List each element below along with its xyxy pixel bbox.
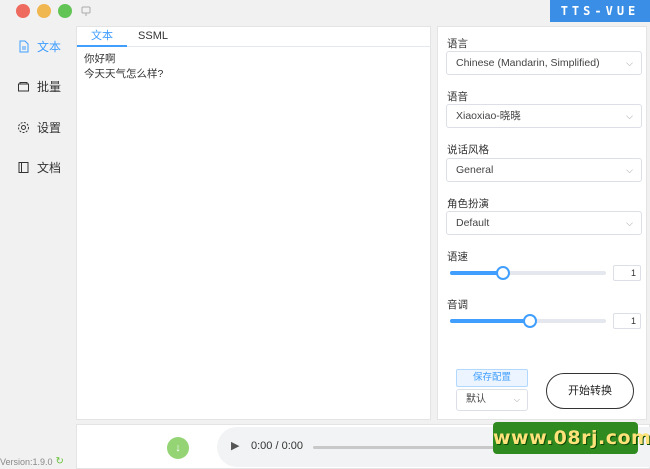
pitch-slider-fill <box>450 319 530 323</box>
chevron-down-icon: ⌵ <box>626 111 633 121</box>
close-window-button[interactable] <box>16 4 30 18</box>
chevron-down-icon: ⌵ <box>626 218 633 228</box>
sidebar-item-label: 文档 <box>37 160 62 175</box>
title-bar: TTS-VUE <box>0 0 650 24</box>
tab-ssml[interactable]: SSML <box>133 27 173 47</box>
preset-value: 默认 <box>466 394 486 405</box>
watermark-logo: www.08rj.com <box>493 422 650 454</box>
chevron-down-icon: ⌵ <box>626 165 633 175</box>
chevron-down-icon: ⌵ <box>513 395 520 404</box>
audio-time: 0:00 / 0:00 <box>251 440 303 452</box>
download-icon: ↓ <box>175 442 181 454</box>
sidebar-item-label: 设置 <box>37 120 62 135</box>
voice-select[interactable]: Xiaoxiao-晓晓 ⌵ <box>446 104 642 128</box>
role-label: 角色扮演 <box>447 198 489 210</box>
editor-tabs: 文本 SSML <box>77 27 430 47</box>
text-editor-panel: 文本 SSML 你好啊 今天天气怎么样? <box>76 26 431 420</box>
sidebar: 文本 批量 设置 文档 Version:1.9.0 ↻ <box>0 24 73 469</box>
sidebar-item-docs[interactable]: 文档 <box>0 147 73 187</box>
gear-icon <box>18 121 29 133</box>
play-icon[interactable]: ▶ <box>231 439 239 452</box>
rate-slider[interactable] <box>450 266 606 280</box>
sidebar-item-text[interactable]: 文本 <box>0 26 73 66</box>
pin-icon[interactable] <box>80 5 92 17</box>
start-convert-button[interactable]: 开始转换 <box>546 373 634 409</box>
pitch-input[interactable]: 1 <box>613 313 641 329</box>
text-input[interactable]: 你好啊 今天天气怎么样? <box>84 52 163 82</box>
refresh-icon[interactable]: ↻ <box>56 456 64 467</box>
document-icon <box>19 40 29 52</box>
style-label: 说话风格 <box>447 144 489 156</box>
app-brand: TTS-VUE <box>550 0 650 22</box>
rate-input[interactable]: 1 <box>613 265 641 281</box>
voice-value: Xiaoxiao-晓晓 <box>456 110 521 122</box>
rate-slider-handle[interactable] <box>496 266 511 280</box>
role-value: Default <box>456 217 490 229</box>
options-panel: 语言 Chinese (Mandarin, Simplified) ⌵ 语音 X… <box>437 26 647 420</box>
chevron-down-icon: ⌵ <box>626 58 633 68</box>
style-select[interactable]: General ⌵ <box>446 158 642 182</box>
version-label: Version:1.9.0 <box>0 456 53 467</box>
voice-label: 语音 <box>447 91 468 103</box>
role-select[interactable]: Default ⌵ <box>446 211 642 235</box>
preset-select[interactable]: 默认 ⌵ <box>456 389 528 411</box>
minimize-window-button[interactable] <box>37 4 51 18</box>
maximize-window-button[interactable] <box>58 4 72 18</box>
save-config-button[interactable]: 保存配置 <box>456 369 528 387</box>
sidebar-item-batch[interactable]: 批量 <box>0 66 73 106</box>
pitch-slider-handle[interactable] <box>522 314 537 328</box>
pitch-label: 音调 <box>447 299 468 311</box>
language-label: 语言 <box>447 38 468 50</box>
rate-label: 语速 <box>447 251 468 263</box>
download-button[interactable]: ↓ <box>167 437 189 459</box>
book-icon <box>18 161 29 173</box>
sidebar-item-label: 批量 <box>37 79 62 94</box>
version-info: Version:1.9.0 ↻ <box>0 456 64 467</box>
sidebar-item-settings[interactable]: 设置 <box>0 107 73 147</box>
sidebar-item-label: 文本 <box>37 39 62 54</box>
folder-icon <box>18 81 29 91</box>
tab-text[interactable]: 文本 <box>77 27 127 47</box>
language-value: Chinese (Mandarin, Simplified) <box>456 57 600 69</box>
audio-progress-track[interactable] <box>313 446 503 449</box>
pitch-slider[interactable] <box>450 314 606 328</box>
style-value: General <box>456 164 494 176</box>
language-select[interactable]: Chinese (Mandarin, Simplified) ⌵ <box>446 51 642 75</box>
